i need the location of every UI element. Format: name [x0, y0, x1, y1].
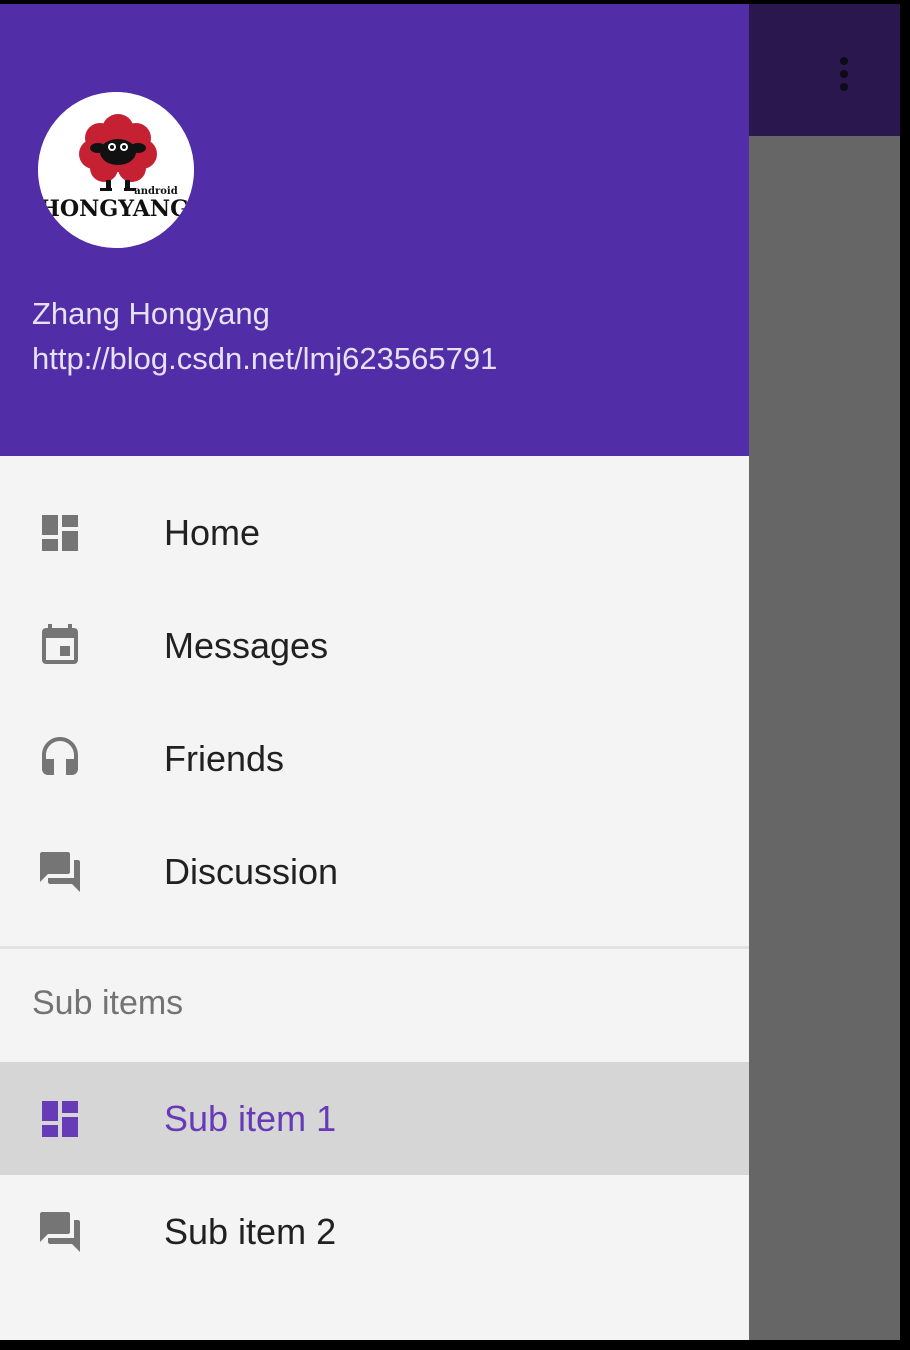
- menu-item-label: Messages: [164, 625, 329, 666]
- menu-item-label: Discussion: [164, 851, 339, 892]
- menu-item-sub-item-1[interactable]: Sub item 1: [0, 1062, 749, 1175]
- headset-icon: [42, 737, 78, 775]
- menu-divider: [0, 946, 749, 949]
- calendar-event-icon: [42, 624, 78, 664]
- navigation-drawer: android HONGYANG Zhang Hongyang http://b…: [0, 4, 749, 1340]
- forum-icon: [40, 1212, 80, 1252]
- avatar[interactable]: android HONGYANG: [38, 92, 194, 248]
- menu-item-label: Home: [164, 512, 261, 553]
- subheader-sub-items: Sub items: [32, 984, 184, 1022]
- menu-item-discussion[interactable]: Discussion: [0, 815, 749, 928]
- dashboard-icon: [42, 1101, 78, 1137]
- user-url: http://blog.csdn.net/lmj623565791: [32, 341, 498, 376]
- drawer-header: android HONGYANG Zhang Hongyang http://b…: [0, 4, 749, 456]
- user-name: Zhang Hongyang: [32, 296, 270, 331]
- avatar-text: HONGYANG: [39, 196, 189, 222]
- menu-item-messages[interactable]: Messages: [0, 589, 749, 702]
- menu-item-sub-item-2[interactable]: Sub item 2: [0, 1175, 749, 1288]
- menu-item-home[interactable]: Home: [0, 476, 749, 589]
- more-vert-icon[interactable]: [822, 44, 866, 104]
- avatar-logo-icon: android HONGYANG: [38, 92, 194, 248]
- menu-item-label: Sub item 1: [164, 1098, 337, 1139]
- screen-edge: [900, 0, 910, 1350]
- menu-item-label: Sub item 2: [164, 1211, 337, 1252]
- menu-item-label: Friends: [164, 738, 285, 779]
- menu-list: Home Messages Friends Discussion: [0, 476, 749, 928]
- dashboard-icon: [42, 515, 78, 551]
- screen: android HONGYANG Zhang Hongyang http://b…: [0, 0, 910, 1350]
- screen-edge: [0, 1340, 910, 1350]
- submenu-list: Sub item 1 Sub item 2: [0, 1062, 749, 1288]
- forum-icon: [40, 852, 80, 892]
- menu-item-friends[interactable]: Friends: [0, 702, 749, 815]
